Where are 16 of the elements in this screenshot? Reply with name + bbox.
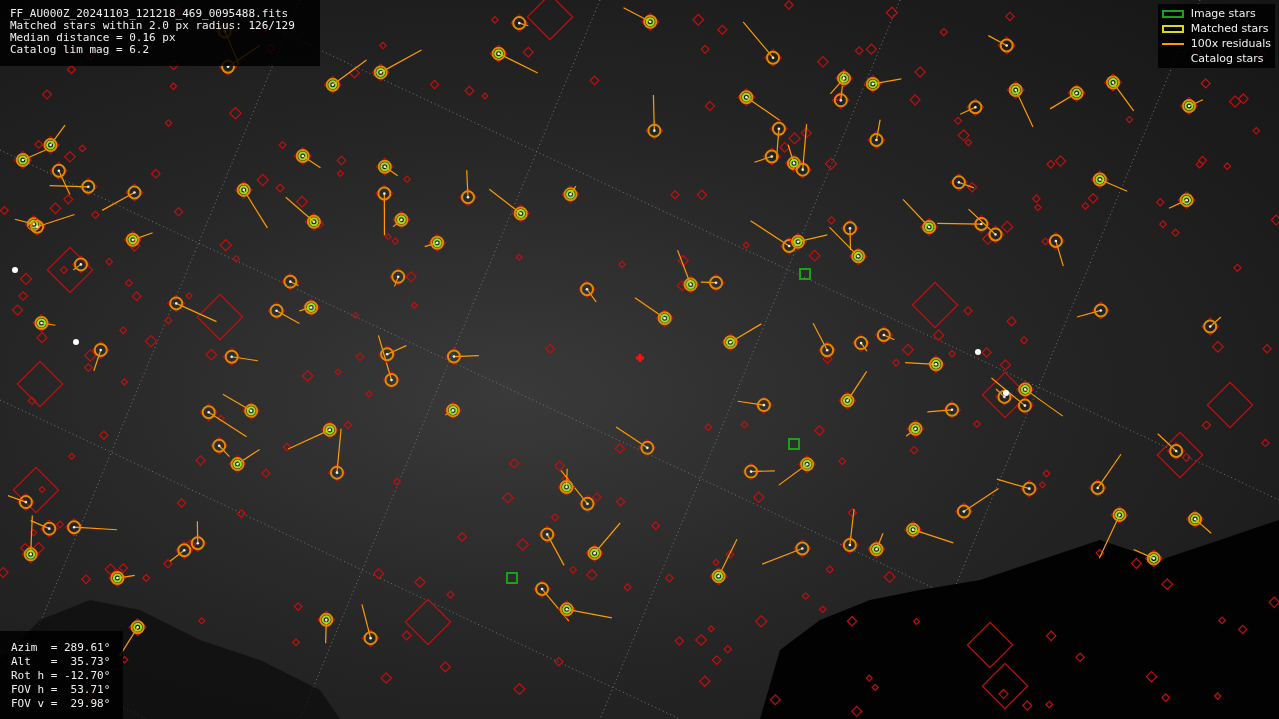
- legend-swatch: [1161, 24, 1184, 33]
- pointing-text: Azim = 289.61°: [11, 641, 111, 655]
- legend-label: Image stars: [1190, 7, 1256, 20]
- pointing-text: Rot h = -12.70°: [11, 669, 111, 683]
- pointing-text: FOV v = 29.98°: [11, 697, 111, 711]
- legend-line: [1161, 42, 1184, 45]
- legend-swatch: [1161, 9, 1184, 18]
- legend-label: Matched stars: [1190, 22, 1269, 35]
- info-text: Matched stars within 2.0 px radius: 126/129: [10, 20, 296, 32]
- info-text: Median distance = 0.16 px: [10, 32, 177, 44]
- pointing-text: Alt = 35.73°: [11, 655, 111, 669]
- legend-label: 100x residuals: [1190, 37, 1271, 50]
- info-text: FF_AU000Z_20241103_121218_469_0095488.fits: [10, 8, 290, 20]
- pointing-text: FOV h = 53.71°: [11, 683, 111, 697]
- info-text: Catalog lim mag = 6.2: [10, 44, 151, 56]
- legend-label: Catalog stars: [1190, 52, 1264, 65]
